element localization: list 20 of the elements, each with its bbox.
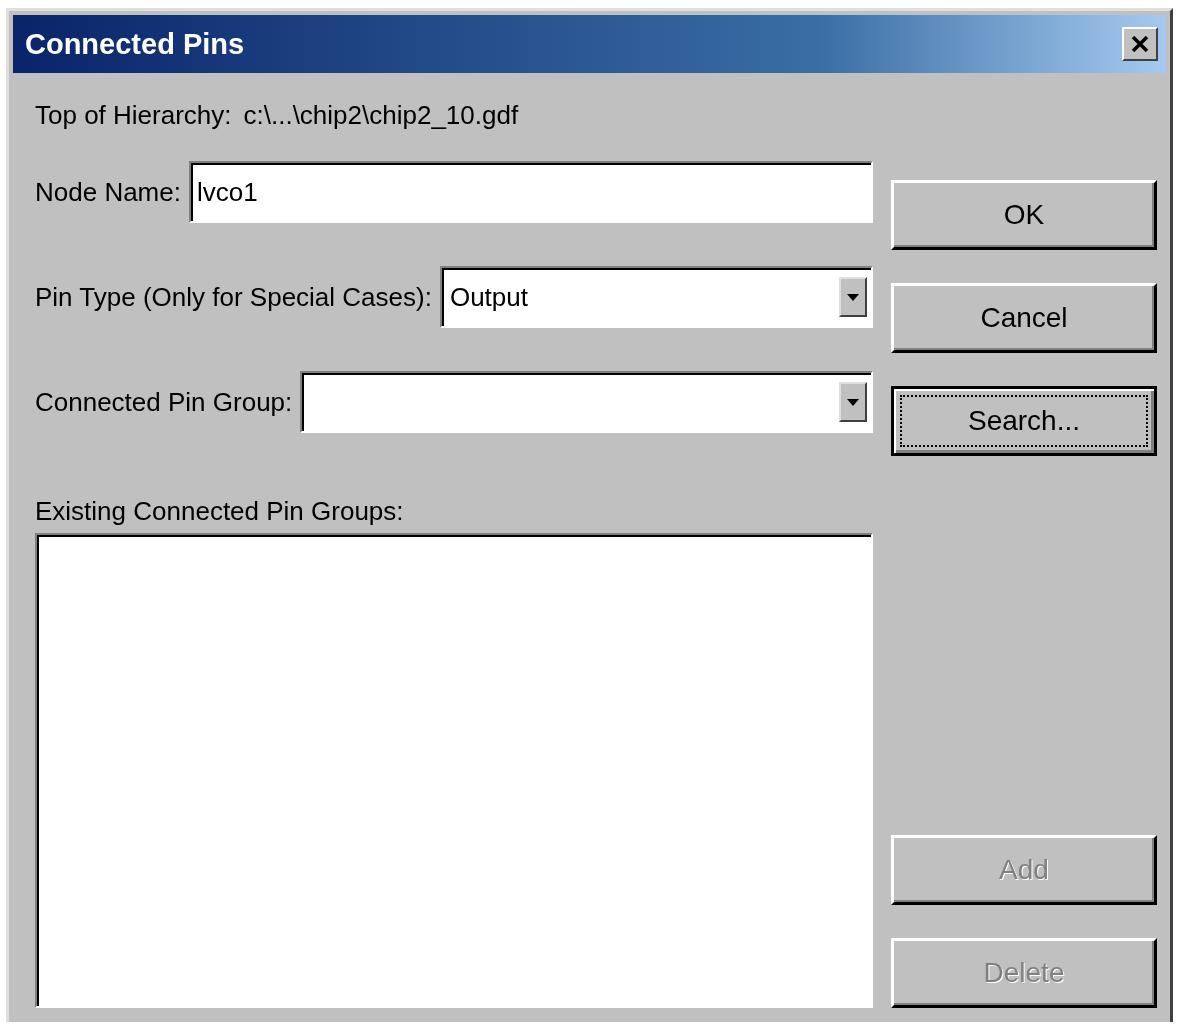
down-triangle-icon (847, 398, 859, 406)
input-field[interactable]: lvco1 (188, 161, 873, 223)
field-label: Pin Type (Only for Special Cases): (35, 281, 432, 313)
dropdown-button[interactable] (839, 277, 867, 317)
dialog-button[interactable]: Cancel (891, 283, 1157, 353)
dropdown-button[interactable] (839, 382, 867, 422)
hierarchy-label: Top of Hierarchy: (35, 99, 232, 131)
dropdown-field[interactable] (300, 371, 873, 433)
close-icon (1131, 36, 1149, 52)
hierarchy-path: c:\...\chip2\chip2_10.gdf (243, 99, 519, 131)
dropdown-field[interactable]: Output (439, 266, 873, 328)
dialog-button[interactable]: Search... (891, 386, 1157, 456)
dialog-button[interactable]: OK (891, 180, 1157, 250)
field-label: Node Name: (35, 176, 181, 208)
dropdown-value: Output (449, 281, 528, 313)
list-label: Existing Connected Pin Groups: (35, 496, 404, 526)
window-title: Connected Pins (25, 27, 245, 61)
close-button[interactable] (1122, 27, 1158, 61)
down-triangle-icon (847, 293, 859, 301)
field-label: Connected Pin Group: (35, 386, 293, 418)
